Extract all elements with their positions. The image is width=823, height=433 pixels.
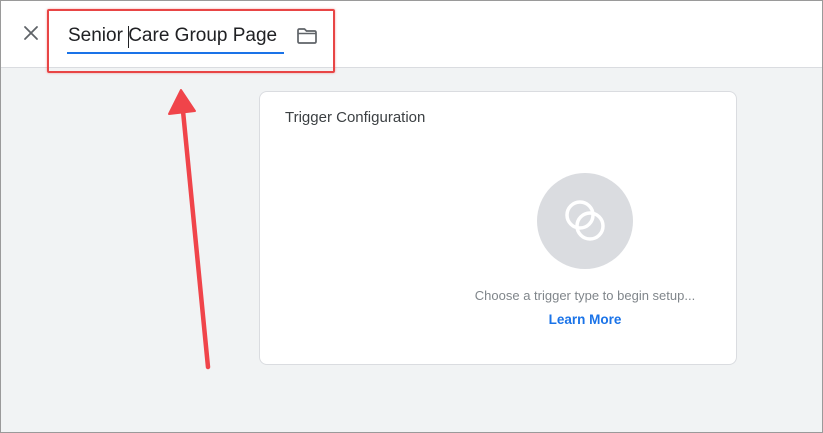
trigger-name-input[interactable]	[67, 21, 286, 51]
card-title: Trigger Configuration	[285, 109, 426, 126]
text-cursor	[128, 26, 129, 48]
close-button[interactable]	[21, 23, 41, 43]
trigger-type-hint: Choose a trigger type to begin setup...	[474, 288, 696, 303]
trigger-configuration-card[interactable]: Trigger Configuration Choose a trigger t…	[259, 91, 737, 365]
editor-header	[1, 1, 822, 68]
trigger-name-field[interactable]	[67, 21, 286, 54]
input-underline	[67, 52, 284, 54]
trigger-type-icon[interactable]	[537, 173, 633, 269]
folder-icon	[297, 28, 317, 44]
close-icon	[24, 26, 38, 40]
learn-more-link[interactable]: Learn More	[260, 312, 822, 327]
tag-editor-window: Trigger Configuration Choose a trigger t…	[0, 0, 823, 433]
folder-button[interactable]	[296, 27, 318, 45]
trigger-icon-graphic	[565, 200, 605, 241]
